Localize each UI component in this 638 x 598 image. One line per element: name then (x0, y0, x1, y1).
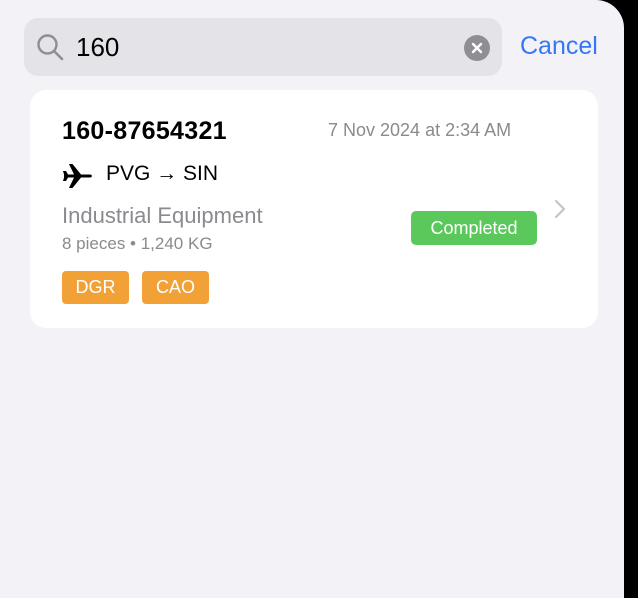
shipment-details: 8 pieces • 1,240 KG (62, 234, 213, 253)
clear-search-button[interactable] (464, 35, 490, 61)
status-badge: Completed (411, 211, 537, 245)
timestamp: 7 Nov 2024 at 2:34 AM (328, 120, 512, 140)
awb-number: 160-87654321 (62, 117, 227, 145)
chevron-right-icon (554, 199, 566, 219)
tag-cao: CAO (142, 271, 209, 304)
screen: 160 Cancel 160-87654321 7 Nov 2024 at 2:… (0, 0, 624, 598)
result-card[interactable]: 160-87654321 7 Nov 2024 at 2:34 AM PVG →… (30, 90, 598, 328)
search-bar[interactable]: 160 (24, 18, 502, 76)
route: PVG → SIN (106, 162, 219, 185)
commodity: Industrial Equipment (62, 203, 263, 228)
cancel-button[interactable]: Cancel (520, 31, 598, 61)
airplane-icon (63, 164, 92, 188)
search-input[interactable]: 160 (76, 32, 119, 62)
magnifying-glass-icon (37, 34, 64, 61)
xmark-circle-icon (471, 42, 483, 54)
tag-dgr: DGR (62, 271, 129, 304)
